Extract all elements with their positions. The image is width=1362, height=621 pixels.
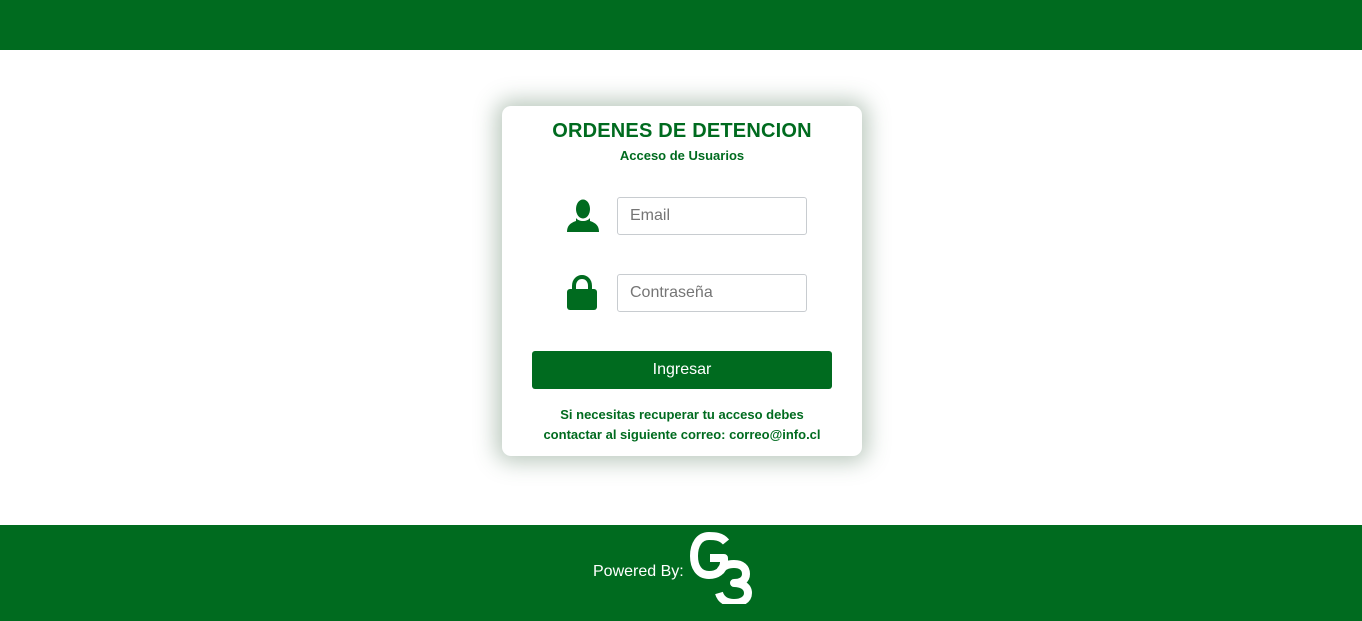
login-card: ORDENES DE DETENCION Acceso de Usuarios … <box>502 106 862 456</box>
password-field[interactable] <box>617 274 807 312</box>
user-icon <box>566 199 600 235</box>
help-text-line-2: contactar al siguiente correo: correo@in… <box>543 427 821 442</box>
login-button[interactable]: Ingresar <box>532 351 832 389</box>
g3-logo-icon <box>690 532 754 607</box>
top-header-bar <box>0 0 1362 50</box>
page-title: ORDENES DE DETENCION <box>552 120 812 142</box>
help-text-line-1: Si necesitas recuperar tu acceso debes <box>560 407 804 422</box>
footer-bar: Powered By: <box>0 525 1362 621</box>
help-text: Si necesitas recuperar tu acceso debes c… <box>502 405 862 445</box>
email-field[interactable] <box>617 197 807 235</box>
lock-icon <box>566 275 598 313</box>
powered-by-label: Powered By: <box>593 563 684 580</box>
page-subtitle: Acceso de Usuarios <box>619 148 745 163</box>
